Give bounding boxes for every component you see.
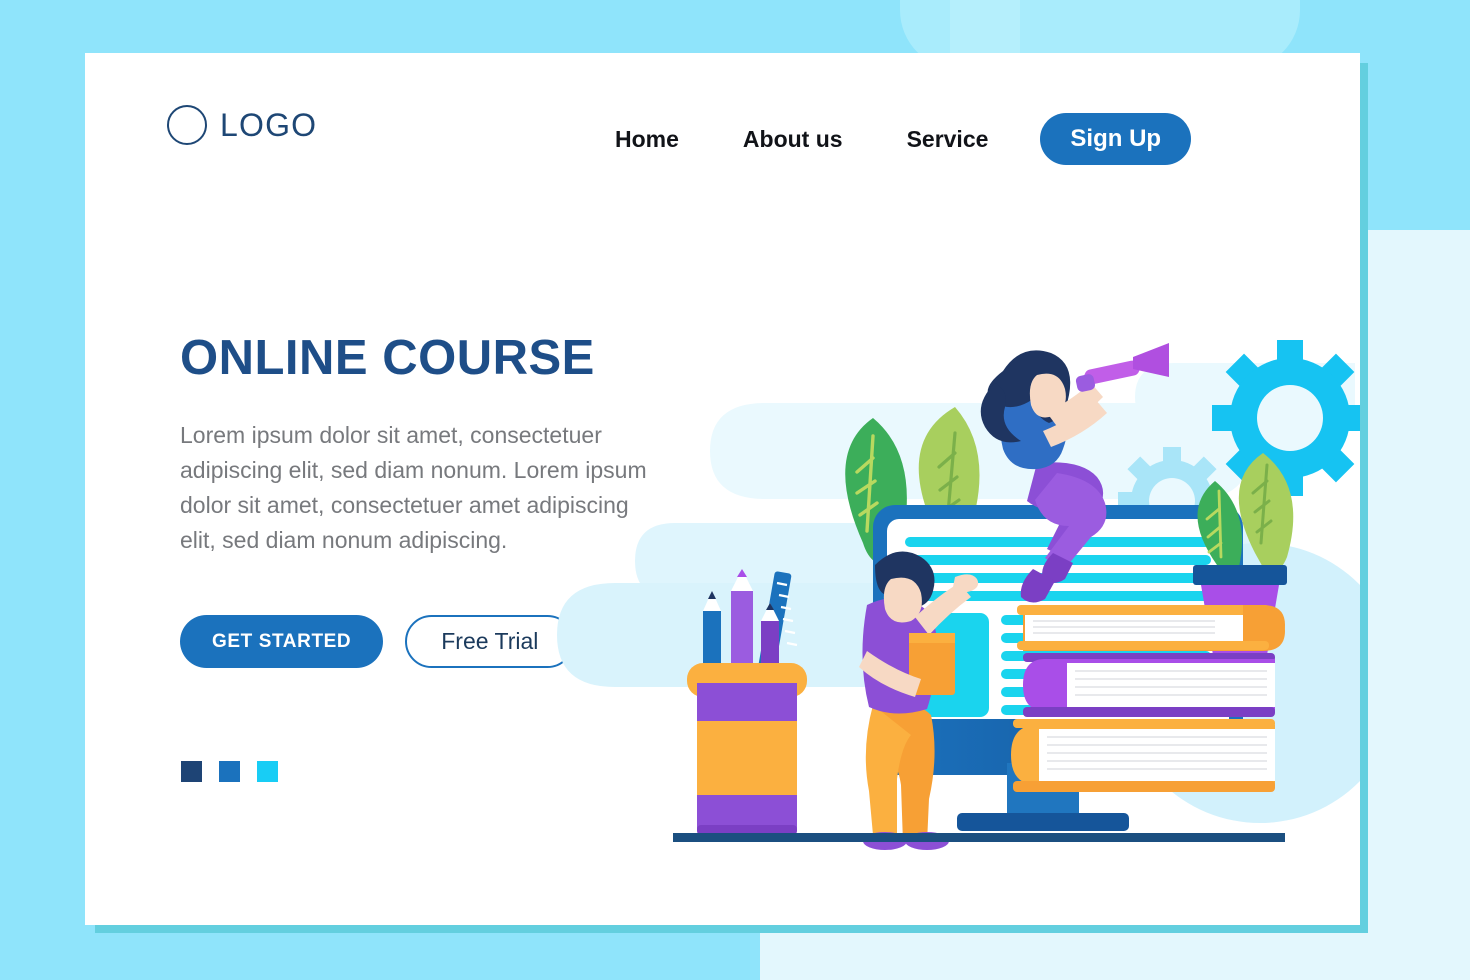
cta-button-row: GET STARTED Free Trial (180, 615, 575, 668)
circle-outline-icon (167, 105, 207, 145)
carousel-dot-3[interactable] (257, 761, 278, 782)
desk-line (673, 833, 1285, 842)
get-started-button[interactable]: GET STARTED (180, 615, 384, 668)
carousel-dots (181, 761, 278, 782)
free-trial-button[interactable]: Free Trial (405, 615, 575, 668)
logo[interactable]: LOGO (167, 105, 317, 145)
sign-up-button[interactable]: Sign Up (1040, 113, 1192, 165)
pencil-cup (687, 569, 807, 835)
nav-item-about-us[interactable]: About us (743, 126, 843, 153)
online-course-illustration (555, 253, 1360, 873)
nav-item-service[interactable]: Service (907, 126, 989, 153)
main-navigation: Home About us Service Sign Up (615, 113, 1192, 165)
site-header: LOGO Home About us Service Sign Up (85, 53, 1360, 203)
book-stack (1011, 605, 1285, 792)
carousel-dot-2[interactable] (219, 761, 240, 782)
carousel-dot-1[interactable] (181, 761, 202, 782)
landing-page-card: LOGO Home About us Service Sign Up ONLIN… (85, 53, 1360, 925)
nav-item-home[interactable]: Home (615, 126, 679, 153)
logo-text: LOGO (220, 106, 318, 143)
